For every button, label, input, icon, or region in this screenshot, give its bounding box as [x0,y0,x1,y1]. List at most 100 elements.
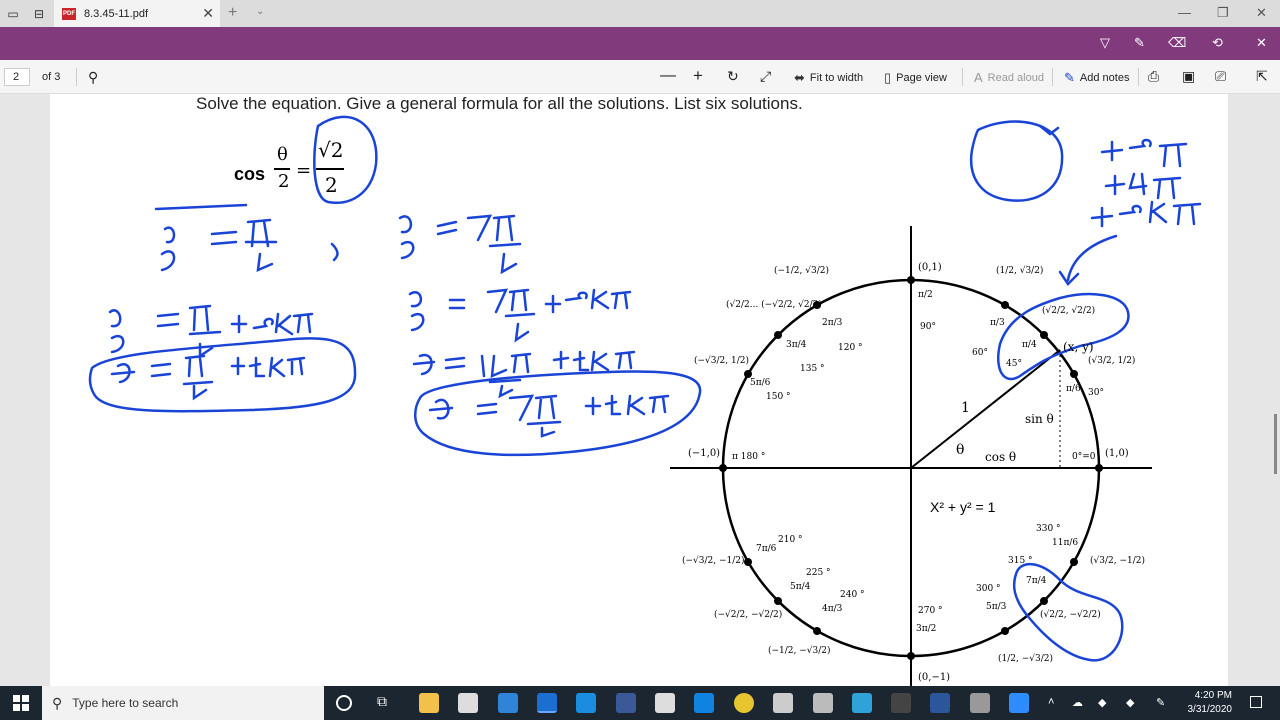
tools-icon[interactable] [813,693,833,713]
dropbox-tray-icon[interactable]: ◆ [1126,696,1134,709]
divider [1052,68,1053,86]
search-placeholder: Type here to search [72,696,179,710]
start-button[interactable] [0,686,42,720]
degree-label: 30° [1088,388,1104,398]
coord-label: (√2/2, √2/2) [1042,306,1096,316]
page-view-button[interactable]: ▯ Page view [884,70,947,86]
task-view-icon[interactable]: ⧉ [377,693,397,713]
store-icon[interactable] [852,693,872,713]
underline-ink [154,203,248,211]
media-icon[interactable] [773,693,793,713]
highlighter-icon[interactable]: ✎ [1134,35,1145,51]
theta-over-2-ink [160,226,176,272]
degree-label: 0°=0 [1072,452,1096,462]
pin-icon[interactable]: ⇱ [1256,68,1268,85]
page-number-input[interactable]: 2 [4,68,30,86]
radian-label: 3π/2 [916,624,937,634]
clock[interactable]: 4:20 PM 3/31/2020 [1188,689,1233,717]
taskbar-search[interactable]: ⚲ Type here to search [42,686,324,720]
save-as-icon[interactable]: ⎚ [1215,68,1226,85]
cortana-icon[interactable] [336,695,352,711]
divider [1138,68,1139,86]
ie-icon[interactable] [576,693,596,713]
coord-label: (1/2, √3/2) [996,266,1044,276]
facebook-icon[interactable] [616,693,636,713]
edge-icon[interactable] [537,693,557,713]
radian-label: 11π/6 [1052,538,1079,548]
zoom-in-icon[interactable]: + [693,66,703,86]
coord-label: (√3/2, 1/2) [1088,356,1136,366]
radian-label: 7π/4 [1026,576,1047,586]
close-ink-icon[interactable]: ✕ [1256,35,1267,51]
ink-toolbar: ▽ ✎ ⌫ ⟲ ✕ [0,27,1280,60]
read-aloud-label: Read aloud [987,71,1044,84]
minimize-button[interactable]: — [1178,5,1191,20]
notification-icon[interactable] [1250,696,1262,708]
maximize-button[interactable]: ❐ [1217,5,1229,21]
unit-circle-figure [88,115,1202,686]
zoom-icon[interactable] [1009,693,1029,713]
print-icon[interactable]: ⎙ [1148,68,1159,85]
coord-label: (√3/2, −1/2) [1090,556,1145,566]
new-tab-button[interactable]: + [228,4,237,22]
tab-menu-icon[interactable]: ⌄ [256,6,264,17]
degree-label: 330 ° [1036,524,1061,534]
fit-width-icon: ⬌ [794,70,805,85]
coord-label: (√2/2... (−√2/2, √2/2) [726,300,822,310]
equals-ink [210,230,238,246]
fit-to-width-label: Fit to width [809,72,864,84]
tab-actions-icon[interactable]: ▭ [0,0,26,27]
search-icon: ⚲ [52,694,63,711]
search-icon[interactable]: ⚲ [88,69,98,86]
radian-label: 4π/3 [822,604,843,614]
word-icon[interactable] [930,693,950,713]
read-aloud-button[interactable]: A Read aloud [974,70,1044,85]
dropbox-tray-icon[interactable]: ◆ [1098,696,1106,709]
phone-icon[interactable] [970,693,990,713]
onedrive-icon[interactable]: ☁ [1072,696,1083,709]
zoom-out-icon[interactable]: — [660,67,676,85]
save-icon[interactable]: ▣ [1182,68,1195,85]
radian-label: π/6 [1066,384,1081,394]
coord-label: (−1/2, √3/2) [774,266,829,276]
theta-over-2-seven-pi-general-ink [408,288,632,343]
degree-label: 150 ° [766,392,791,402]
pen-icon: ✎ [1064,70,1075,85]
radian-label: π/2 [918,290,933,300]
touch-write-icon[interactable]: ⟲ [1212,35,1223,51]
pdf-file-icon: PDF [62,7,76,20]
tab-back-icon[interactable]: ⊟ [26,0,52,27]
snip-icon[interactable] [655,693,675,713]
chrome-icon[interactable] [734,693,754,713]
degree-label: 210 ° [778,535,803,545]
circle-doodle-ink [969,120,1064,202]
fullscreen-icon[interactable]: ⤢ [760,68,771,85]
camera-icon[interactable] [458,693,478,713]
pen-icon[interactable]: ▽ [1100,35,1110,51]
file-explorer-icon[interactable] [419,693,439,713]
rotate-icon[interactable]: ↻ [727,68,739,85]
boxed-solution-2-ink [414,370,702,457]
coord-label: (−1/2, −√3/2) [768,646,831,656]
tab-close-icon[interactable]: ✕ [202,5,214,22]
mail-icon[interactable] [498,693,518,713]
rhs-circle-ink [313,115,378,204]
theta-seven-pi-over-2-ink [428,394,670,438]
tab-pdf[interactable]: PDF 8.3.45-11.pdf ✕ [54,0,220,27]
eraser-icon[interactable]: ⌫ [1168,35,1186,51]
add-notes-button[interactable]: ✎ Add notes [1064,70,1129,86]
pdf-toolbar: 2 of 3 ⚲ — + ↻ ⤢ ⬌ Fit to width ▯ Page v… [0,60,1280,94]
coord-label: (√2/2, −√2/2) [1040,610,1101,620]
window-close-button[interactable]: ✕ [1256,5,1267,21]
fit-to-width-button[interactable]: ⬌ Fit to width [794,70,863,86]
pen-tray-icon[interactable]: ✎ [1156,696,1165,709]
axis-point-left: (−1,0) [688,448,721,459]
vertical-scrollbar[interactable] [1274,414,1277,474]
circle-equation: X² + y² = 1 [930,499,996,515]
taskbar: ⚲ Type here to search ⧉ ˄ ☁ ◆ ◆ ✎ 4:20 P… [0,686,1280,720]
app-icon[interactable] [891,693,911,713]
tab-title: 8.3.45-11.pdf [84,7,149,20]
dropbox-icon[interactable] [694,693,714,713]
angle-label: θ [956,442,965,458]
tray-chevron-icon[interactable]: ˄ [1048,696,1054,708]
